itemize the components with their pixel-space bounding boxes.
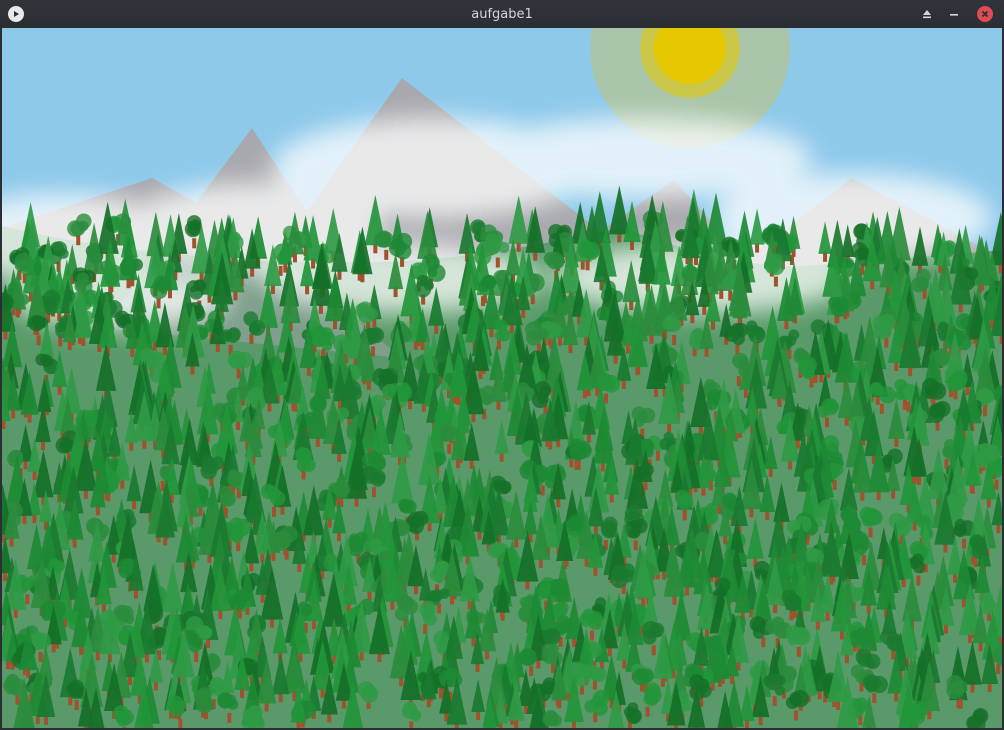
close-icon[interactable] xyxy=(977,6,993,22)
play-icon[interactable] xyxy=(8,6,24,22)
eject-icon[interactable] xyxy=(919,6,935,22)
title-bar[interactable]: aufgabe1 xyxy=(0,0,1004,28)
minimize-icon[interactable] xyxy=(946,6,962,22)
scene-svg xyxy=(2,28,1002,728)
app-window: aufgabe1 xyxy=(0,0,1004,730)
drawing-canvas xyxy=(2,28,1002,728)
window-title: aufgabe1 xyxy=(471,6,533,22)
